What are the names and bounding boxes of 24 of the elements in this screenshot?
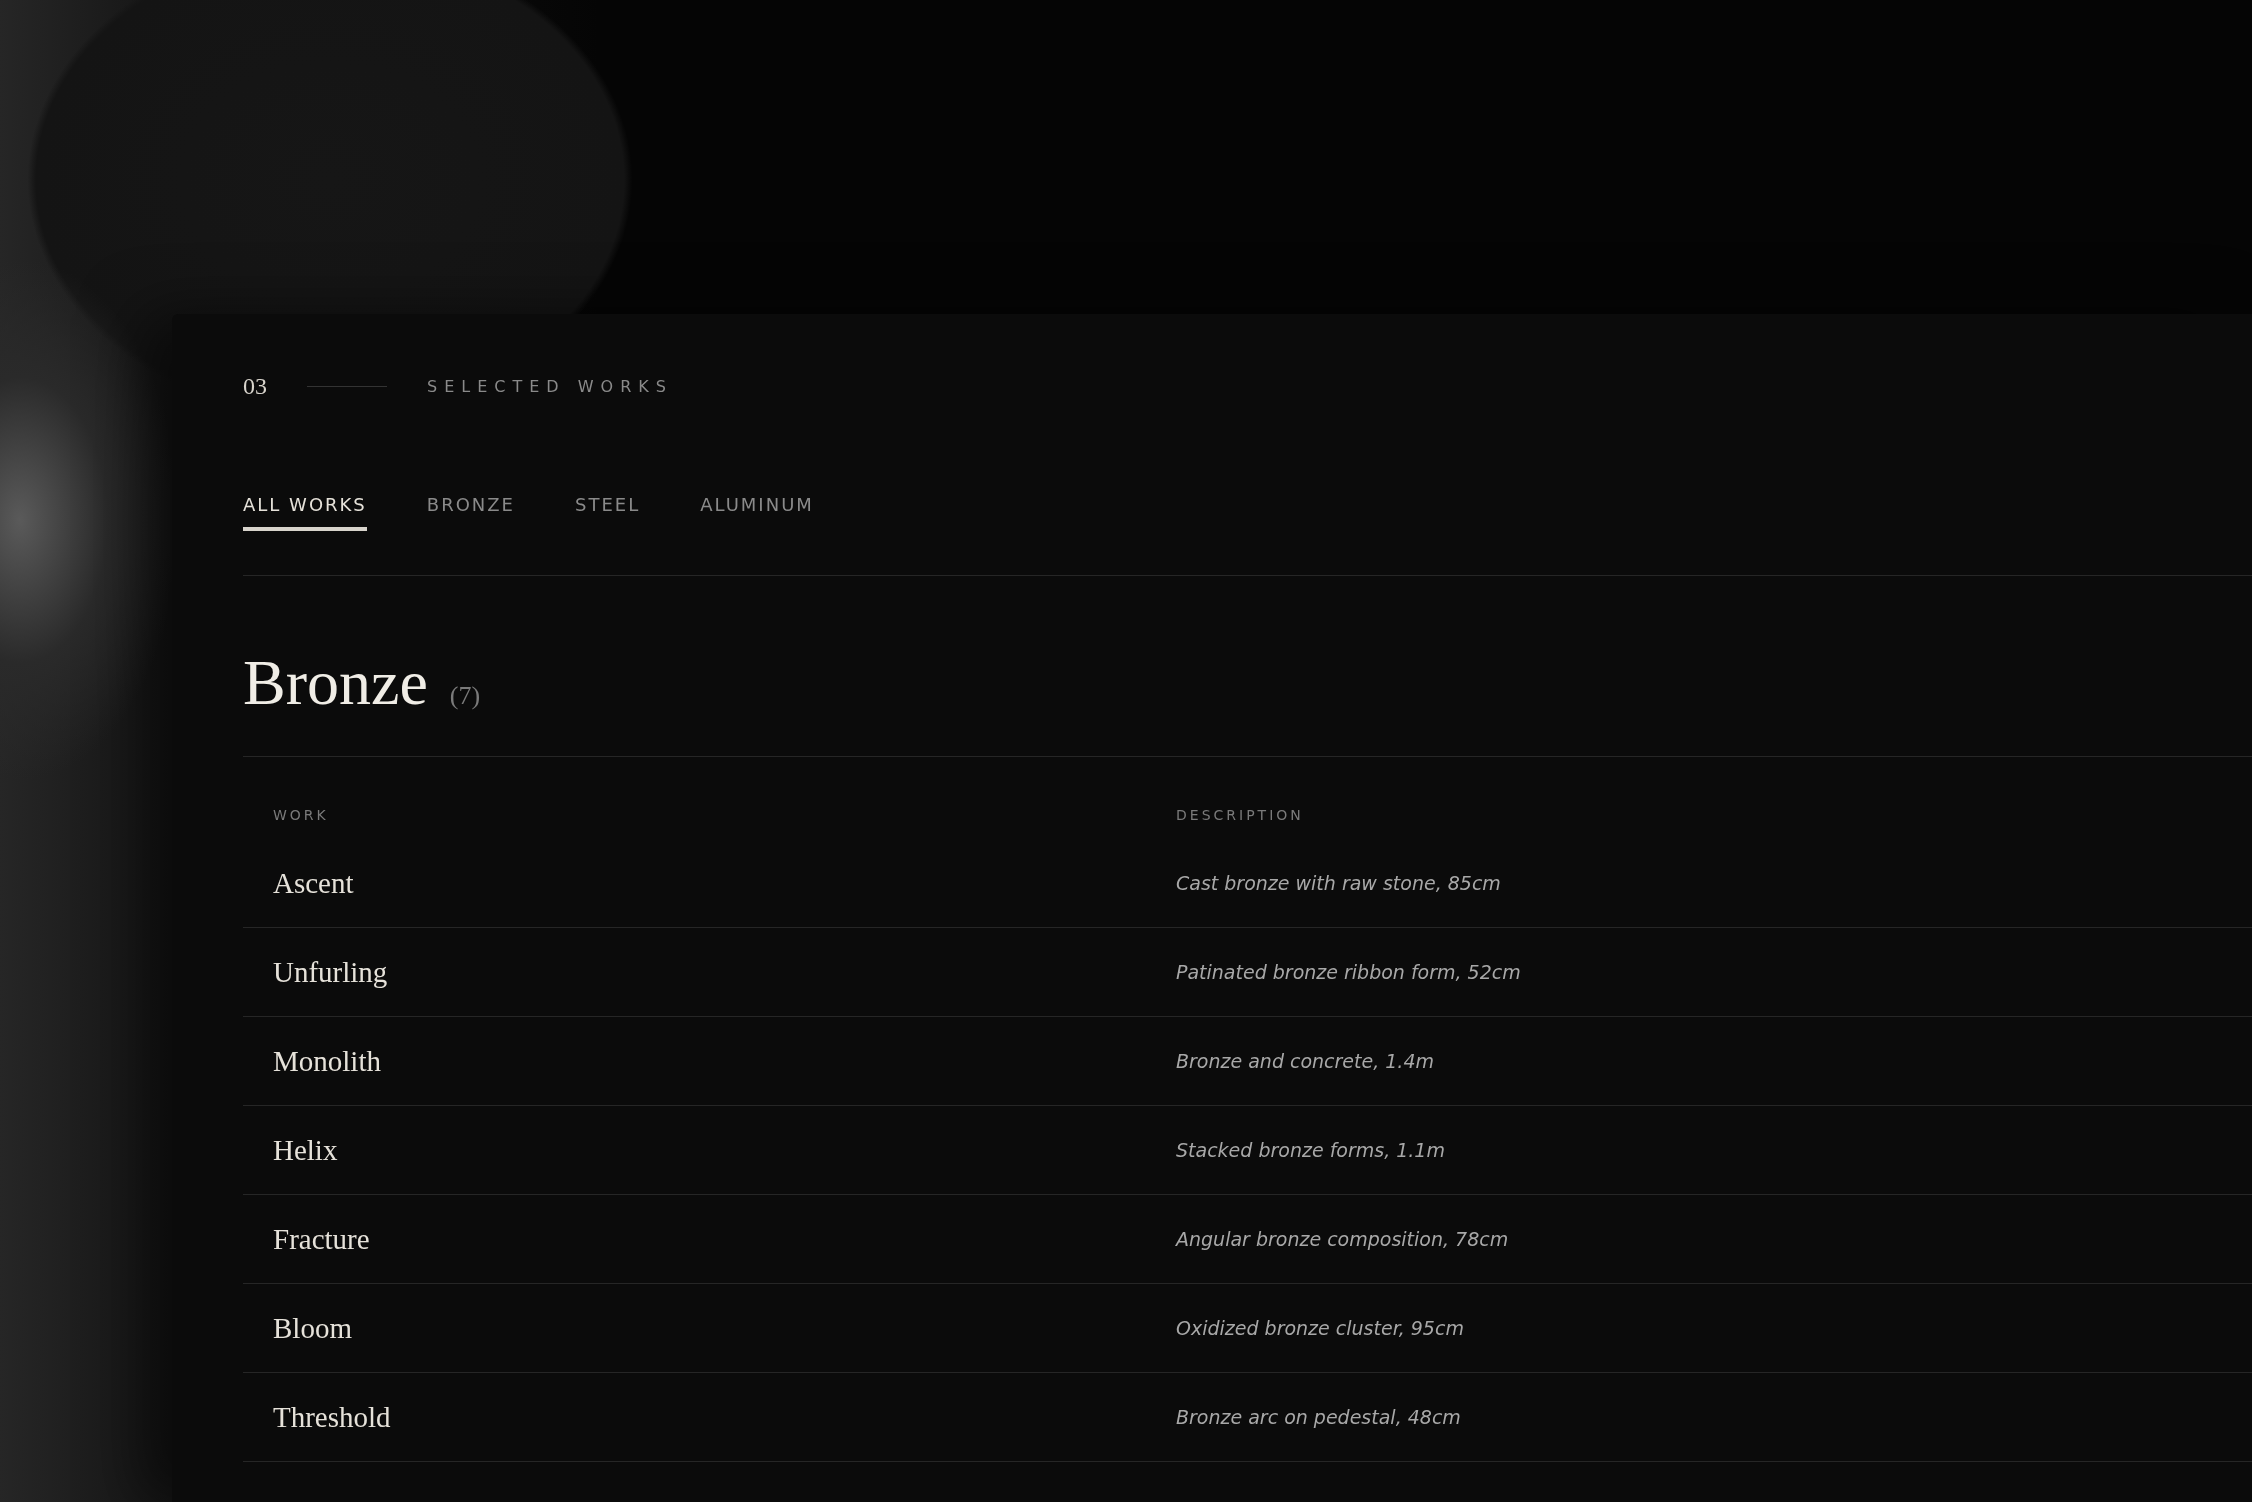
work-description: Bronze and concrete, 1.4m <box>1146 1017 2252 1106</box>
work-description: Cast bronze with raw stone, 85cm <box>1146 839 2252 928</box>
group-count: (7) <box>449 681 481 711</box>
filter-tab[interactable]: ALUMINUM <box>700 494 814 531</box>
filter-tab[interactable]: STEEL <box>575 494 641 531</box>
work-description: Bronze arc on pedestal, 48cm <box>1146 1373 2252 1462</box>
column-header: WORK <box>272 806 330 825</box>
filter-tab[interactable]: ALL WORKS <box>243 494 367 531</box>
column-header: DESCRIPTION <box>1175 806 1305 825</box>
work-description: Stacked bronze forms, 1.1m <box>1146 1106 2252 1195</box>
work-title: Unfurling <box>243 928 1146 1017</box>
work-title: Threshold <box>243 1373 1146 1462</box>
section-label: SELECTED WORKS <box>427 376 673 396</box>
work-description: Oxidized bronze cluster, 95cm <box>1146 1284 2252 1373</box>
group-title: Bronze <box>243 646 428 720</box>
work-title: Helix <box>243 1106 1146 1195</box>
work-title: Ascent <box>243 839 1146 928</box>
work-description: Angular bronze composition, 78cm <box>1146 1195 2252 1284</box>
work-description: Patinated bronze ribbon form, 52cm <box>1146 928 2252 1017</box>
work-title: Monolith <box>243 1017 1146 1106</box>
work-title: Bloom <box>243 1284 1146 1373</box>
filter-tab[interactable]: BRONZE <box>426 494 515 531</box>
section-number: 03 <box>243 372 267 400</box>
work-title: Fracture <box>243 1195 1146 1284</box>
